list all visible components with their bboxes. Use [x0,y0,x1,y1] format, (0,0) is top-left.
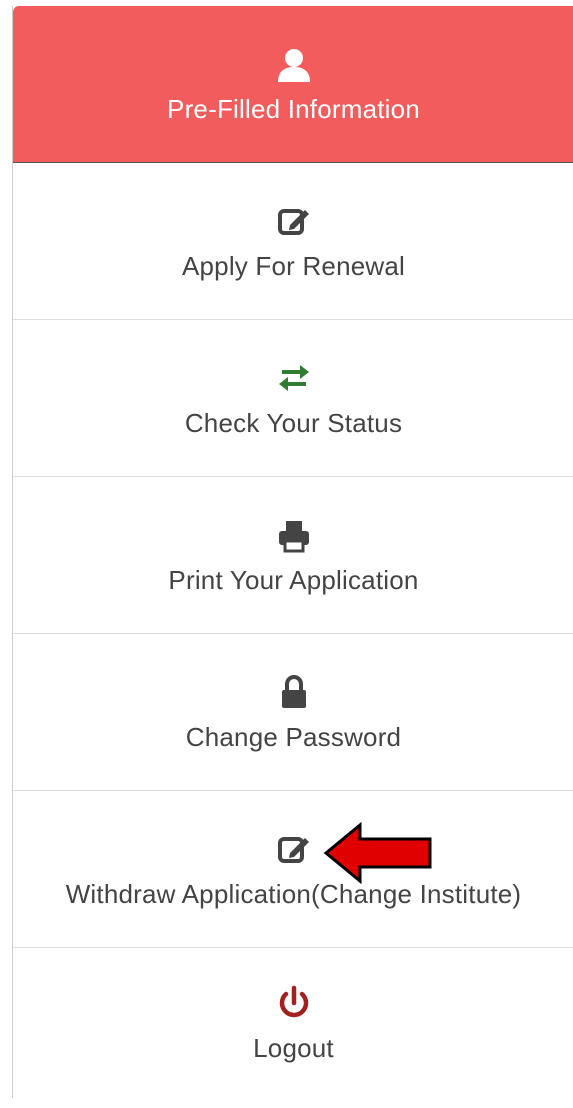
menu-item-change-password[interactable]: Change Password [13,634,573,791]
menu-item-prefilled-information[interactable]: Pre-Filled Information [13,6,573,163]
menu-item-label: Print Your Application [168,564,419,595]
printer-icon [274,515,314,555]
menu-item-check-your-status[interactable]: Check Your Status [13,320,573,477]
lock-icon [274,672,314,712]
menu-item-label: Withdraw Application(Change Institute) [65,878,522,909]
menu-item-label: Apply For Renewal [181,250,406,281]
menu-item-label: Change Password [185,721,402,752]
menu-item-label: Check Your Status [184,407,403,438]
menu-item-label: Pre-Filled Information [167,93,420,124]
menu-item-label: Logout [253,1032,334,1063]
exchange-arrows-icon [274,358,314,398]
menu-item-apply-for-renewal[interactable]: Apply For Renewal [13,163,573,320]
menu-item-print-your-application[interactable]: Print Your Application [13,477,573,634]
edit-icon [274,829,314,869]
user-icon [274,44,314,84]
menu-item-withdraw-application[interactable]: Withdraw Application(Change Institute) [13,791,573,948]
annotation-arrow-icon [323,822,432,884]
menu-item-logout[interactable]: Logout [13,948,573,1098]
edit-icon [274,201,314,241]
power-icon [274,983,314,1023]
side-menu: Pre-Filled Information Apply For Renewal… [12,6,573,1098]
